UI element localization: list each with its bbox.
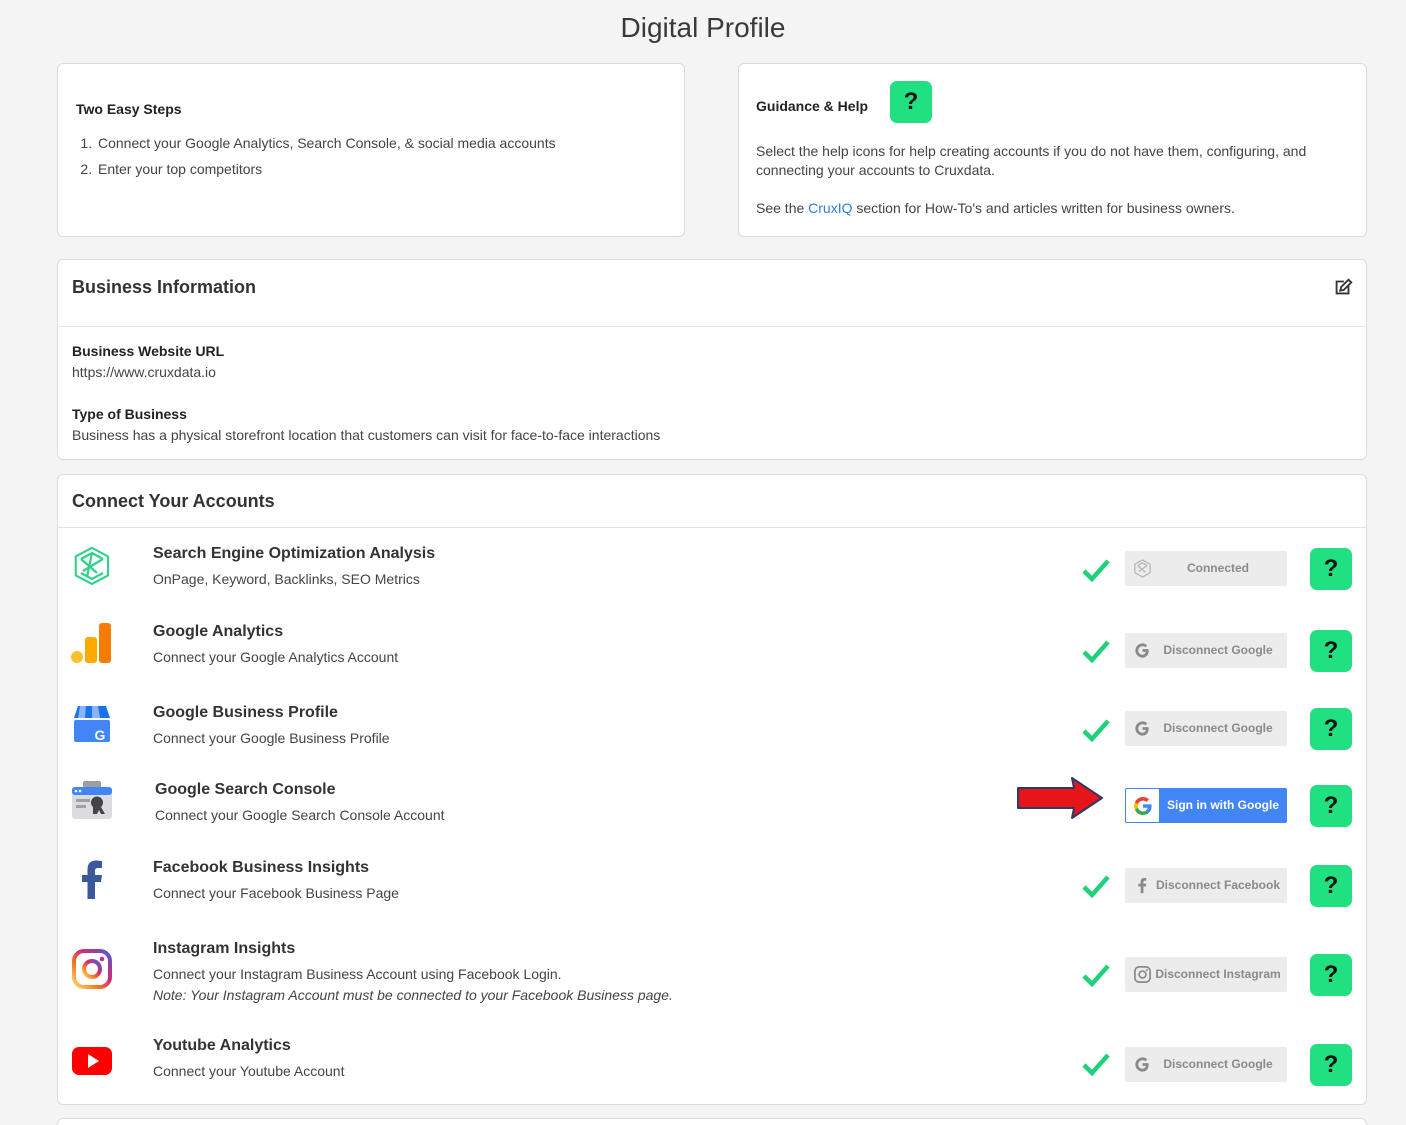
account-desc: OnPage, Keyword, Backlinks, SEO Metrics — [153, 571, 420, 587]
guidance-help-button[interactable]: ? — [890, 81, 932, 123]
button-label: Disconnect Google — [1163, 721, 1273, 735]
business-info-header: Business Information — [58, 260, 1366, 327]
help-button[interactable]: ? — [1310, 548, 1352, 590]
business-type-value: Business has a physical storefront locat… — [72, 427, 661, 443]
account-title: Search Engine Optimization Analysis — [153, 545, 436, 562]
account-title: Google Search Console — [155, 781, 336, 798]
red-arrow-annotation — [1017, 777, 1103, 819]
google-g-icon — [1134, 797, 1152, 815]
disconnect-google-button[interactable]: Disconnect Google — [1125, 1047, 1287, 1082]
youtube-icon — [72, 1047, 112, 1075]
disconnect-google-button[interactable]: Disconnect Google — [1125, 633, 1287, 668]
account-row-search-console: Google Search Console Connect your Googl… — [58, 781, 1368, 861]
help-button[interactable]: ? — [1310, 954, 1352, 996]
account-title: Google Business Profile — [153, 704, 338, 721]
website-url-value: https://www.cruxdata.io — [72, 364, 216, 380]
cruxiq-link[interactable]: CruxIQ — [808, 200, 852, 216]
business-info-card: Business Information Business Website UR… — [57, 259, 1367, 460]
next-section-card — [57, 1118, 1367, 1125]
button-label: Connected — [1186, 561, 1249, 575]
guidance-text-before: See the — [756, 200, 809, 216]
help-button[interactable]: ? — [1310, 785, 1352, 827]
guidance-text: Select the help icons for help creating … — [756, 143, 1307, 178]
instagram-icon — [72, 949, 112, 989]
facebook-icon — [82, 860, 102, 899]
edit-icon[interactable] — [1332, 276, 1354, 298]
check-icon — [1082, 640, 1110, 664]
connect-accounts-title: Connect Your Accounts — [72, 491, 275, 511]
account-row-instagram: Instagram Insights Connect your Instagra… — [58, 940, 1368, 1020]
guidance-card: Guidance & Help ? Select the help icons … — [738, 63, 1367, 237]
google-business-icon: G — [74, 706, 110, 743]
help-button[interactable]: ? — [1310, 865, 1352, 907]
button-label: Disconnect Google — [1163, 1057, 1273, 1071]
disconnect-instagram-button[interactable]: Disconnect Instagram — [1125, 957, 1287, 992]
google-g-icon — [1135, 1057, 1149, 1072]
business-type-label: Type of Business — [72, 406, 187, 422]
cruxdata-icon — [1134, 559, 1151, 578]
account-note: Note: Your Instagram Account must be con… — [153, 987, 673, 1003]
account-title: Facebook Business Insights — [153, 859, 370, 876]
account-title: Youtube Analytics — [153, 1037, 291, 1054]
connected-button[interactable]: Connected — [1125, 551, 1287, 586]
button-label: Sign in with Google — [1167, 798, 1279, 812]
button-label: Disconnect Facebook — [1155, 878, 1281, 892]
website-url-label: Business Website URL — [72, 343, 225, 359]
check-icon — [1082, 559, 1110, 583]
connect-accounts-card: Connect Your Accounts Search Engine Opti… — [57, 474, 1367, 1105]
google-g-icon — [1135, 643, 1149, 658]
account-desc: Connect your Instagram Business Account … — [153, 966, 562, 982]
account-row-google-business: G Google Business Profile Connect your G… — [58, 704, 1368, 784]
search-console-icon — [72, 781, 112, 819]
account-desc: Connect your Google Business Profile — [153, 730, 390, 746]
check-icon — [1082, 964, 1110, 988]
account-row-google-analytics: Google Analytics Connect your Google Ana… — [58, 623, 1368, 703]
facebook-f-icon — [1138, 877, 1147, 894]
steps-title: Two Easy Steps — [76, 101, 182, 117]
guidance-title: Guidance & Help — [756, 98, 869, 114]
check-icon — [1082, 1053, 1110, 1077]
account-desc: Connect your Google Search Console Accou… — [155, 807, 445, 823]
guidance-cruxiq-text: See the CruxIQ section for How-To's and … — [756, 199, 1336, 218]
help-button[interactable]: ? — [1310, 708, 1352, 750]
steps-list: Connect your Google Analytics, Search Co… — [96, 134, 556, 186]
google-analytics-icon — [71, 623, 111, 663]
step-item: Connect your Google Analytics, Search Co… — [96, 134, 556, 160]
cruxdata-icon — [74, 546, 110, 585]
account-row-youtube: Youtube Analytics Connect your Youtube A… — [58, 1037, 1368, 1117]
google-logo-box — [1126, 789, 1159, 822]
help-button[interactable]: ? — [1310, 1044, 1352, 1086]
disconnect-google-button[interactable]: Disconnect Google — [1125, 711, 1287, 746]
button-label: Disconnect Instagram — [1155, 967, 1281, 981]
guidance-text-after: section for How-To's and articles writte… — [852, 200, 1235, 216]
instagram-outline-icon — [1134, 966, 1151, 983]
help-button[interactable]: ? — [1310, 630, 1352, 672]
steps-card: Two Easy Steps Connect your Google Analy… — [57, 63, 685, 237]
button-label: Disconnect Google — [1163, 643, 1273, 657]
account-title: Google Analytics — [153, 623, 284, 640]
disconnect-facebook-button[interactable]: Disconnect Facebook — [1125, 868, 1287, 903]
step-item: Enter your top competitors — [96, 160, 556, 186]
check-icon — [1082, 719, 1110, 743]
account-row-seo: Search Engine Optimization Analysis OnPa… — [58, 545, 1368, 625]
google-g-icon — [1135, 721, 1149, 736]
account-title: Instagram Insights — [153, 940, 296, 957]
sign-in-with-google-button[interactable]: Sign in with Google — [1125, 788, 1287, 823]
connect-accounts-header: Connect Your Accounts — [58, 475, 1366, 528]
check-icon — [1082, 875, 1110, 899]
account-desc: Connect your Youtube Account — [153, 1063, 345, 1079]
page-title: Digital Profile — [620, 12, 786, 43]
account-row-facebook: Facebook Business Insights Connect your … — [58, 859, 1368, 939]
svg-text:G: G — [95, 727, 106, 743]
account-desc: Connect your Facebook Business Page — [153, 885, 399, 901]
account-desc: Connect your Google Analytics Account — [153, 649, 399, 665]
business-info-title: Business Information — [72, 277, 257, 297]
